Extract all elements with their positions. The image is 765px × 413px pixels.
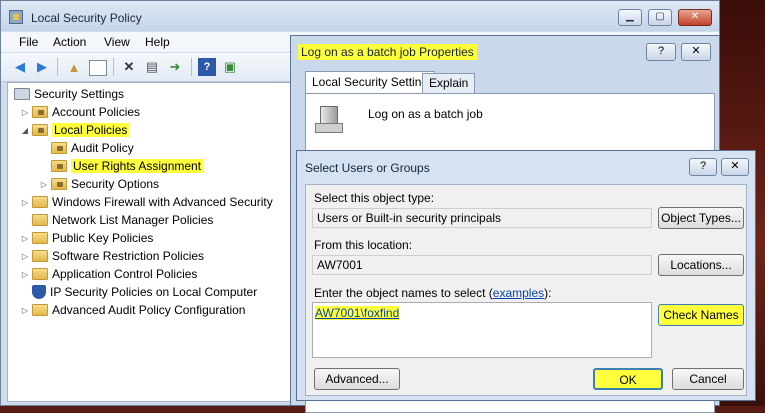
menu-action[interactable]: Action (53, 35, 86, 49)
help-button[interactable]: ? (689, 158, 717, 176)
object-type-label: Select this object type: (314, 191, 435, 205)
title-bar[interactable]: Local Security Policy ▁ ▢ ✕ (1, 1, 719, 31)
tree-item-label: Audit Policy (71, 141, 134, 155)
close-button[interactable]: ✕ (678, 9, 712, 26)
tree-item-account-policies[interactable]: ▷ Account Policies (20, 103, 140, 121)
expand-arrow-icon[interactable]: ▷ (20, 108, 30, 117)
location-label: From this location: (314, 238, 413, 252)
object-names-label: Enter the object names to select (exampl… (314, 286, 551, 300)
delete-icon[interactable]: ✕ (120, 58, 138, 76)
object-names-input[interactable]: AW7001\foxfind (312, 302, 652, 358)
tree-item-label: User Rights Assignment (71, 159, 204, 173)
window-title: Local Security Policy (31, 11, 142, 25)
ok-button[interactable]: OK (593, 368, 663, 390)
tree-item-label: Local Policies (52, 123, 130, 137)
tree-item-label: Software Restriction Policies (52, 249, 205, 263)
minimize-button[interactable]: ▁ (618, 9, 642, 26)
tree-item-audit-policy[interactable]: Audit Policy (39, 139, 134, 157)
tree-item-windows-firewall[interactable]: ▷ Windows Firewall with Advanced Securit… (20, 193, 273, 211)
policy-folder-icon (51, 160, 67, 172)
object-names-value: AW7001\foxfind (315, 306, 400, 320)
tree-item-user-rights-assignment[interactable]: User Rights Assignment (39, 157, 204, 175)
close-button[interactable]: ✕ (721, 158, 749, 176)
check-names-button[interactable]: Check Names (658, 304, 744, 326)
tree-item-advanced-audit[interactable]: ▷ Advanced Audit Policy Configuration (20, 301, 246, 319)
ip-security-icon (32, 285, 46, 299)
policy-folder-icon (32, 106, 48, 118)
toolbar-separator (57, 58, 58, 76)
policy-folder-icon (51, 178, 67, 190)
folder-icon (32, 196, 48, 208)
folder-icon (32, 268, 48, 280)
folder-icon (32, 304, 48, 316)
security-settings-icon (14, 88, 30, 100)
app-icon (9, 10, 23, 24)
policy-folder-icon (51, 142, 67, 154)
forward-arrow-icon[interactable]: ▶ (33, 58, 51, 76)
tree-item-label: IP Security Policies on Local Computer (50, 285, 258, 299)
folder-icon (32, 214, 48, 226)
location-field: AW7001 (312, 255, 652, 275)
menu-file[interactable]: File (19, 35, 38, 49)
tree-item-software-restriction[interactable]: ▷ Software Restriction Policies (20, 247, 204, 265)
examples-link[interactable]: examples (493, 286, 544, 300)
tree-item-ip-security[interactable]: IP Security Policies on Local Computer (20, 283, 257, 301)
tree-item-label: Account Policies (52, 105, 141, 119)
tab-local-security-setting[interactable]: Local Security Setting (305, 71, 436, 93)
tree-item-network-list-manager[interactable]: Network List Manager Policies (20, 211, 213, 229)
console-icon[interactable]: ▣ (221, 58, 239, 76)
tree-item-label: Application Control Policies (52, 267, 198, 281)
object-types-button[interactable]: Object Types... (658, 207, 744, 229)
policy-folder-icon (32, 124, 48, 136)
help-icon[interactable]: ? (198, 58, 216, 76)
expand-arrow-icon[interactable]: ▷ (20, 306, 30, 315)
tree-item-label: Advanced Audit Policy Configuration (52, 303, 246, 317)
export-icon[interactable]: ➜ (166, 58, 184, 76)
tab-explain[interactable]: Explain (422, 73, 476, 93)
select-users-dialog: Select Users or Groups ? ✕ Select this o… (296, 150, 756, 401)
tree-item-label: Public Key Policies (52, 231, 154, 245)
tree-item-security-options[interactable]: ▷ Security Options (39, 175, 159, 193)
folder-icon (32, 250, 48, 262)
names-label-suffix: ): (544, 286, 552, 300)
show-hide-tree-icon[interactable] (89, 60, 107, 76)
expand-arrow-icon[interactable]: ▷ (20, 252, 30, 261)
server-icon (315, 106, 343, 133)
policy-name: Log on as a batch job (368, 107, 483, 121)
expand-arrow-icon[interactable]: ▷ (20, 234, 30, 243)
expand-arrow-icon[interactable]: ▷ (39, 180, 49, 189)
dialog-title: Log on as a batch job Properties (298, 44, 477, 60)
toolbar-separator (191, 58, 192, 76)
expand-arrow-icon[interactable]: ▷ (20, 270, 30, 279)
object-type-field: Users or Built-in security principals (312, 208, 652, 228)
back-arrow-icon[interactable]: ◀ (11, 58, 29, 76)
toolbar-separator (113, 58, 114, 76)
menu-help[interactable]: Help (145, 35, 170, 49)
maximize-button[interactable]: ▢ (648, 9, 672, 26)
tree-item-local-policies[interactable]: ◢ Local Policies (20, 121, 130, 139)
expand-arrow-icon[interactable]: ▷ (20, 198, 30, 207)
tree-item-public-key-policies[interactable]: ▷ Public Key Policies (20, 229, 153, 247)
properties-icon[interactable]: ▤ (143, 58, 161, 76)
cancel-button[interactable]: Cancel (672, 368, 744, 390)
names-label-prefix: Enter the object names to select ( (314, 286, 493, 300)
tree-item-label: Windows Firewall with Advanced Security (52, 195, 273, 209)
folder-icon (32, 232, 48, 244)
dialog-title: Select Users or Groups (305, 161, 430, 175)
console-tree: Security Settings ▷ Account Policies ◢ L… (7, 82, 293, 402)
collapse-arrow-icon[interactable]: ◢ (20, 126, 30, 135)
tree-item-label: Network List Manager Policies (52, 213, 214, 227)
menu-view[interactable]: View (104, 35, 130, 49)
dialog-body: Select this object type: Users or Built-… (305, 184, 747, 396)
up-folder-icon[interactable]: ▲ (65, 58, 83, 76)
tree-root-label: Security Settings (34, 87, 125, 101)
help-button[interactable]: ? (646, 43, 676, 61)
advanced-button[interactable]: Advanced... (314, 368, 400, 390)
tree-item-application-control[interactable]: ▷ Application Control Policies (20, 265, 197, 283)
tree-item-label: Security Options (71, 177, 160, 191)
locations-button[interactable]: Locations... (658, 254, 744, 276)
tree-root[interactable]: Security Settings (12, 85, 124, 103)
close-button[interactable]: ✕ (681, 43, 711, 61)
